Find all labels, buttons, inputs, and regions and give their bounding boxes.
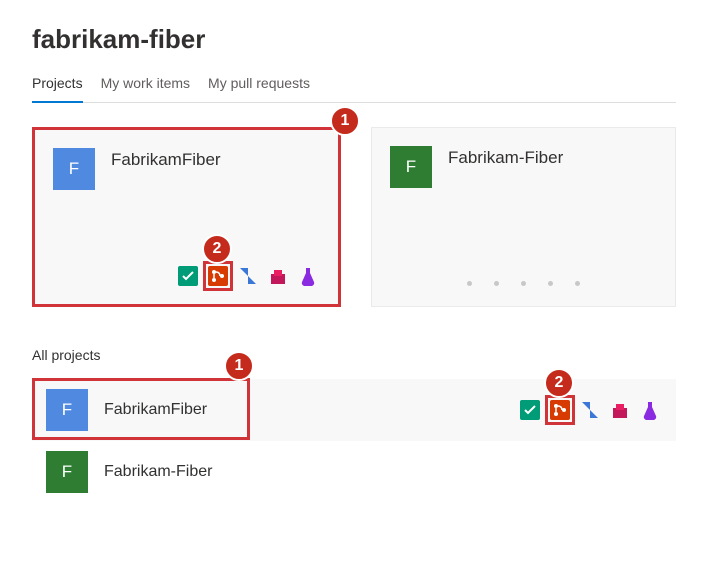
project-name: FabrikamFiber (111, 148, 221, 170)
annotation-badge-2: 2 (202, 234, 232, 264)
annotation-badge-2: 2 (544, 368, 574, 398)
project-avatar: F (53, 148, 95, 190)
tab-my-work-items[interactable]: My work items (101, 69, 190, 103)
tab-my-pull-requests[interactable]: My pull requests (208, 69, 310, 103)
all-projects-heading: All projects (32, 347, 676, 363)
project-list-item[interactable]: 1 F FabrikamFiber 2 (32, 379, 676, 441)
placeholder-dot (467, 281, 472, 286)
boards-icon[interactable] (518, 398, 542, 422)
project-card[interactable]: 1 F FabrikamFiber 2 (32, 127, 341, 307)
project-services: 2 (518, 398, 662, 422)
boards-icon[interactable] (176, 264, 200, 288)
project-avatar: F (46, 451, 88, 493)
artifacts-icon[interactable] (296, 264, 320, 288)
project-services: 2 (53, 262, 320, 290)
project-name: FabrikamFiber (104, 401, 502, 419)
annotation-badge-1: 1 (224, 351, 254, 381)
project-name: Fabrikam-Fiber (104, 463, 662, 481)
placeholder-dot (575, 281, 580, 286)
project-avatar: F (390, 146, 432, 188)
placeholder-dot (521, 281, 526, 286)
placeholder-dot (494, 281, 499, 286)
placeholder-dot (548, 281, 553, 286)
project-services-placeholder (390, 281, 657, 292)
project-name: Fabrikam-Fiber (448, 146, 563, 168)
annotation-badge-1: 1 (330, 106, 360, 136)
pipelines-icon[interactable] (578, 398, 602, 422)
test-plans-icon[interactable] (608, 398, 632, 422)
page-title: fabrikam-fiber (32, 24, 676, 55)
test-plans-icon[interactable] (266, 264, 290, 288)
project-avatar: F (46, 389, 88, 431)
tabs-bar: Projects My work items My pull requests (32, 69, 676, 103)
repos-icon[interactable]: 2 (206, 264, 230, 288)
recent-projects-row: 1 F FabrikamFiber 2 F (32, 127, 676, 307)
project-list-item[interactable]: F Fabrikam-Fiber (32, 441, 676, 503)
project-card[interactable]: F Fabrikam-Fiber (371, 127, 676, 307)
repos-icon[interactable]: 2 (548, 398, 572, 422)
tab-projects[interactable]: Projects (32, 69, 83, 103)
pipelines-icon[interactable] (236, 264, 260, 288)
artifacts-icon[interactable] (638, 398, 662, 422)
